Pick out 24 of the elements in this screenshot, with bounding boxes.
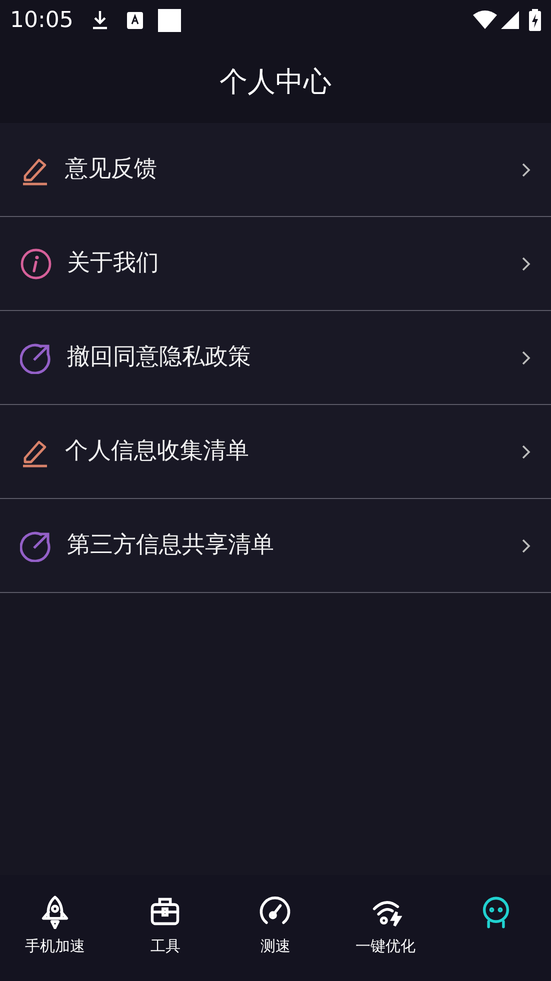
info-icon: [20, 248, 52, 280]
status-time: 10:05: [10, 6, 74, 34]
share-circle-icon: [20, 530, 52, 562]
signal-icon: [501, 11, 519, 29]
chevron-right-icon: [521, 444, 531, 460]
menu-item[interactable]: 撤回同意隐私政策: [0, 311, 551, 405]
chevron-right-icon: [521, 538, 531, 554]
page-title: 个人中心: [220, 64, 332, 100]
notification-square-icon: [158, 8, 182, 32]
chevron-right-icon: [521, 256, 531, 272]
battery-icon: [529, 9, 541, 31]
share-circle-icon: [20, 342, 52, 374]
menu-item[interactable]: 意见反馈: [0, 123, 551, 217]
wifi-icon: [473, 10, 497, 30]
chevron-right-icon: [521, 162, 531, 178]
download-icon: [91, 10, 110, 30]
keyboard-icon: [127, 12, 144, 28]
chevron-right-icon: [521, 350, 531, 366]
menu-item[interactable]: 关于我们: [0, 217, 551, 311]
tab-item[interactable]: 手机加速: [0, 875, 110, 981]
tab-item[interactable]: 一键优化: [330, 875, 441, 981]
tab-item[interactable]: 测速: [220, 875, 331, 981]
menu-item[interactable]: 个人信息收集清单: [0, 405, 551, 499]
tab-item[interactable]: 工具: [110, 875, 220, 981]
